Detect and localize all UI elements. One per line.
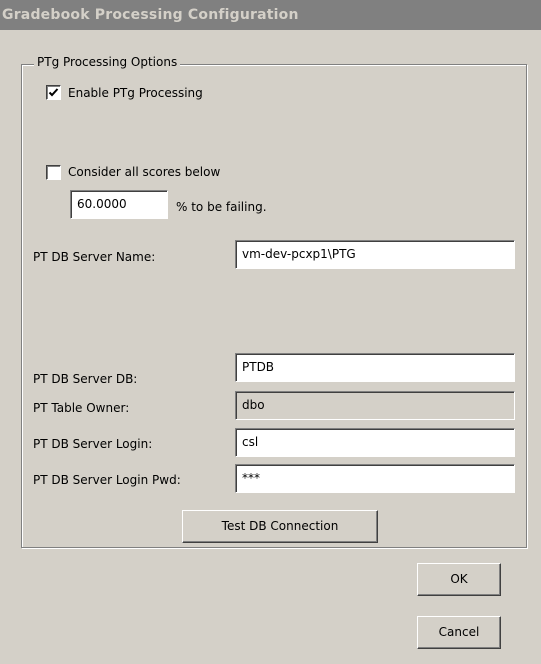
- ok-button[interactable]: OK: [417, 563, 501, 596]
- server-login-label: PT DB Server Login:: [33, 437, 153, 451]
- server-login-input[interactable]: csl: [235, 428, 515, 457]
- failing-suffix-label: % to be failing.: [176, 200, 267, 214]
- enable-ptg-label[interactable]: Enable PTg Processing: [68, 86, 203, 100]
- login-pwd-input[interactable]: ***: [235, 464, 515, 493]
- group-legend: PTg Processing Options: [34, 55, 181, 69]
- table-owner-input: dbo: [235, 391, 515, 420]
- consider-scores-label[interactable]: Consider all scores below: [68, 165, 220, 179]
- checkmark-icon: [48, 88, 59, 97]
- table-owner-label: PT Table Owner:: [33, 401, 130, 415]
- config-dialog: Gradebook Processing Configuration PTg P…: [0, 0, 541, 664]
- window-title: Gradebook Processing Configuration: [0, 0, 541, 30]
- test-db-connection-button[interactable]: Test DB Connection: [182, 510, 378, 543]
- cancel-button[interactable]: Cancel: [417, 616, 501, 649]
- server-db-input[interactable]: PTDB: [235, 353, 515, 382]
- failing-threshold-input[interactable]: 60.0000: [70, 190, 168, 219]
- consider-scores-checkbox[interactable]: [46, 165, 61, 180]
- server-name-input[interactable]: vm-dev-pcxp1\PTG: [235, 240, 515, 269]
- enable-ptg-checkbox[interactable]: [46, 85, 61, 100]
- server-db-label: PT DB Server DB:: [33, 372, 138, 386]
- server-name-label: PT DB Server Name:: [33, 250, 156, 264]
- login-pwd-label: PT DB Server Login Pwd:: [33, 473, 181, 487]
